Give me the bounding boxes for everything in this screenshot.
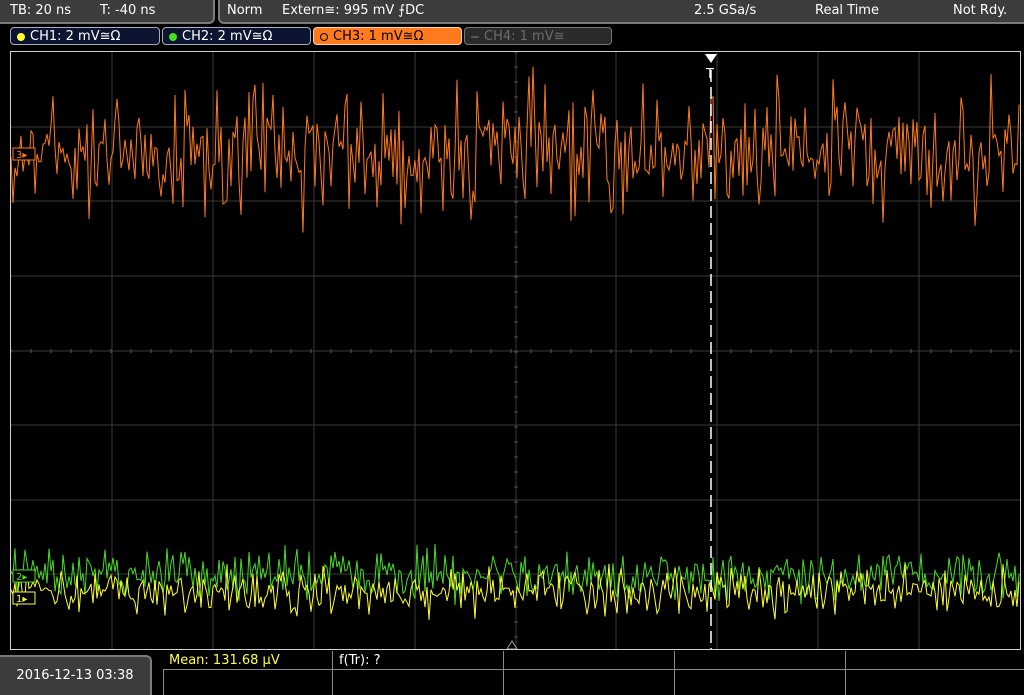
trigger-offset-value[interactable]: T: -40 ns [100, 0, 155, 22]
trigger-arrow-icon[interactable] [705, 54, 717, 63]
waveform-svg[interactable]: T 3▸ 2▸ 1▸ [11, 52, 1020, 649]
channel-2-tab[interactable]: CH2: 2 mV≅Ω [162, 27, 311, 45]
waveform-display[interactable]: T 3▸ 2▸ 1▸ [10, 51, 1021, 650]
trigger-source[interactable]: Extern≅: 995 mV ⨍DC [282, 0, 424, 22]
acquisition-panel[interactable]: Norm Extern≅: 995 mV ⨍DC 2.5 GSa/s Real … [218, 0, 1024, 24]
measurement-slot-6[interactable] [163, 670, 333, 695]
timebase-value[interactable]: TB: 20 ns [10, 0, 71, 22]
measurement-mean[interactable]: Mean: 131.68 µV [163, 651, 333, 670]
status-bar: TB: 20 ns T: -40 ns Norm Extern≅: 995 mV… [0, 0, 1024, 24]
channel-3-label: CH3: 1 mV≅Ω [333, 29, 424, 44]
channel-1-tab[interactable]: CH1: 2 mV≅Ω [10, 27, 160, 45]
measurement-ftr[interactable]: f(Tr): ? [333, 651, 504, 670]
measurement-slot-7[interactable] [333, 670, 504, 695]
measurement-slot-4[interactable] [675, 651, 846, 670]
channel-2-dot-icon [169, 33, 177, 41]
measurement-slot-8[interactable] [504, 670, 675, 695]
channel-3-tab[interactable]: CH3: 1 mV≅Ω [313, 27, 462, 45]
channel-1-dot-icon [17, 33, 25, 41]
channel-4-off-icon [471, 36, 479, 38]
channel-3-trace [11, 66, 1020, 233]
channel-1-label: CH1: 2 mV≅Ω [30, 29, 121, 44]
measurement-slot-3[interactable] [504, 651, 675, 670]
channel-4-tab[interactable]: CH4: 1 mV≅ [464, 27, 612, 45]
measurement-slot-5[interactable] [846, 651, 1024, 670]
channel-2-label: CH2: 2 mV≅Ω [182, 29, 273, 44]
acquisition-state: Not Rdy. [953, 3, 1008, 18]
sample-rate[interactable]: 2.5 GSa/s [694, 0, 756, 22]
measurement-slot-9[interactable] [675, 670, 846, 695]
timebase-panel[interactable]: TB: 20 ns T: -40 ns [0, 0, 215, 24]
trigger-mode[interactable]: Norm [227, 0, 262, 22]
channel-1-marker-label: 1▸ [16, 594, 27, 605]
channel-3-offset-marker[interactable]: 3▸ [12, 147, 36, 161]
channel-1-offset-marker[interactable]: 1▸ [12, 591, 36, 605]
datetime-value: 2016-12-13 03:38 [16, 668, 134, 683]
channel-3-dot-icon [320, 33, 328, 41]
measurement-table[interactable]: Mean: 131.68 µV f(Tr): ? [163, 651, 1024, 695]
trigger-marker: T [705, 67, 714, 82]
channel-4-label: CH4: 1 mV≅ [484, 29, 565, 44]
channel-2-offset-marker[interactable]: 2▸ [12, 569, 36, 583]
datetime-display: 2016-12-13 03:38 [0, 655, 152, 695]
channel-2-marker-label: 2▸ [16, 572, 27, 583]
acquisition-mode[interactable]: Real Time [815, 0, 879, 22]
channel-3-marker-label: 3▸ [16, 150, 27, 161]
